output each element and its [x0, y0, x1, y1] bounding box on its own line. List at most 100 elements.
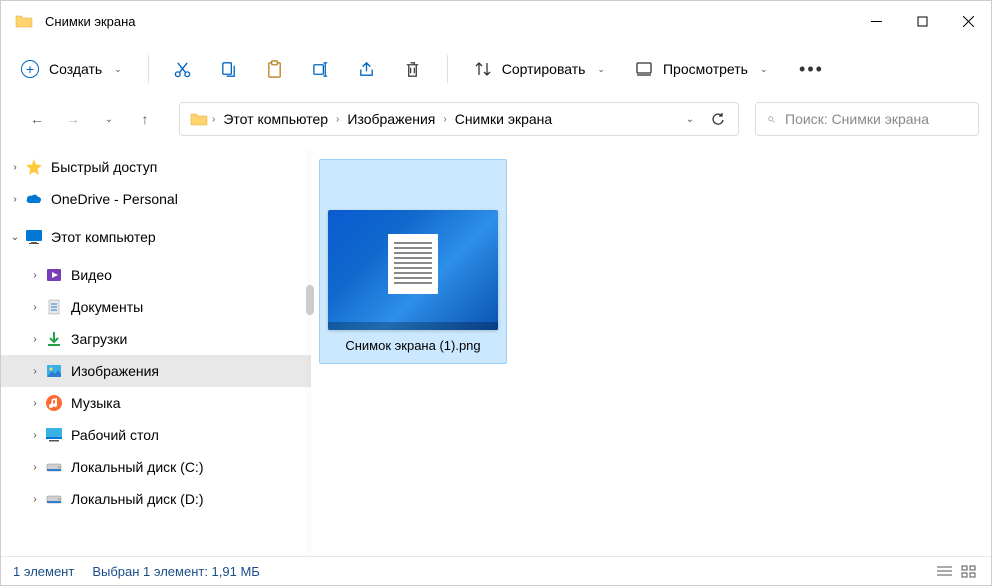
- monitor-icon: [25, 228, 43, 246]
- address-bar[interactable]: › Этот компьютер › Изображения › Снимки …: [179, 102, 739, 136]
- cut-button[interactable]: [163, 49, 203, 89]
- sort-button[interactable]: Сортировать ⌄: [462, 53, 617, 85]
- star-icon: [25, 158, 43, 176]
- create-label: Создать: [49, 61, 102, 77]
- delete-button[interactable]: [393, 49, 433, 89]
- sidebar-item-10[interactable]: › Локальный диск (D:): [1, 483, 311, 515]
- sidebar-item-1[interactable]: ›OneDrive - Personal: [1, 183, 311, 215]
- disk-icon: [45, 458, 63, 476]
- content: › Быстрый доступ ›OneDrive - Personal ⌄ Этот…: [1, 147, 991, 557]
- rename-button[interactable]: [301, 49, 341, 89]
- refresh-button[interactable]: [704, 112, 732, 127]
- expand-arrow-icon[interactable]: ›: [25, 462, 45, 473]
- chevron-down-icon: ⌄: [760, 64, 768, 75]
- sidebar-item-0[interactable]: › Быстрый доступ: [1, 151, 311, 183]
- sidebar-item-label: Музыка: [71, 395, 121, 411]
- separator: [447, 55, 448, 83]
- sidebar-item-8[interactable]: › Рабочий стол: [1, 419, 311, 451]
- thumbnails-view-button[interactable]: [957, 561, 979, 581]
- back-button[interactable]: ←: [23, 105, 51, 133]
- file-name: Снимок экрана (1).png: [345, 338, 480, 353]
- crumb-0[interactable]: Этот компьютер: [219, 111, 332, 127]
- expand-arrow-icon[interactable]: ›: [25, 430, 45, 441]
- search-input[interactable]: [785, 111, 966, 127]
- view-button[interactable]: Просмотреть ⌄: [623, 53, 780, 85]
- more-button[interactable]: •••: [791, 49, 831, 89]
- crumb-1[interactable]: Изображения: [343, 111, 439, 127]
- minimize-button[interactable]: [853, 1, 899, 41]
- view-label: Просмотреть: [663, 61, 748, 77]
- address-dropdown[interactable]: ⌄: [676, 114, 704, 125]
- create-button[interactable]: + Создать ⌄: [9, 53, 134, 85]
- sidebar-item-label: Локальный диск (D:): [71, 491, 204, 507]
- download-icon: [45, 330, 63, 348]
- sidebar-item-9[interactable]: › Локальный диск (C:): [1, 451, 311, 483]
- recent-dropdown[interactable]: ⌄: [95, 105, 123, 133]
- sidebar-item-label: Быстрый доступ: [51, 159, 157, 175]
- sort-label: Сортировать: [502, 61, 586, 77]
- sidebar-item-2[interactable]: ⌄ Этот компьютер: [1, 221, 311, 253]
- folder-icon: [190, 112, 208, 126]
- separator: [148, 55, 149, 83]
- forward-button[interactable]: →: [59, 105, 87, 133]
- sidebar-item-6[interactable]: › Изображения: [1, 355, 311, 387]
- sidebar-item-4[interactable]: › Документы: [1, 291, 311, 323]
- sidebar-item-label: Документы: [71, 299, 143, 315]
- search-icon: [768, 112, 775, 127]
- expand-arrow-icon[interactable]: ›: [5, 194, 25, 205]
- sidebar-item-label: Этот компьютер: [51, 229, 156, 245]
- doc-icon: [45, 298, 63, 316]
- onedrive-icon: [25, 190, 43, 208]
- sidebar-item-label: Изображения: [71, 363, 159, 379]
- status-item-count: 1 элемент: [13, 564, 74, 579]
- copy-button[interactable]: [209, 49, 249, 89]
- desktop-icon: [45, 426, 63, 444]
- sidebar-item-label: Рабочий стол: [71, 427, 159, 443]
- details-view-button[interactable]: [933, 561, 955, 581]
- expand-arrow-icon[interactable]: ›: [25, 398, 45, 409]
- search-box[interactable]: [755, 102, 979, 136]
- share-button[interactable]: [347, 49, 387, 89]
- sidebar[interactable]: › Быстрый доступ ›OneDrive - Personal ⌄ Этот…: [1, 147, 311, 556]
- chevron-down-icon: ⌄: [597, 64, 605, 75]
- expand-arrow-icon[interactable]: ›: [25, 494, 45, 505]
- chevron-down-icon: ⌄: [114, 64, 122, 75]
- navbar: ← → ⌄ ↑ › Этот компьютер › Изображения ›…: [1, 97, 991, 141]
- expand-arrow-icon[interactable]: ›: [25, 366, 45, 377]
- expand-arrow-icon[interactable]: ⌄: [5, 232, 25, 243]
- sidebar-item-label: Локальный диск (C:): [71, 459, 204, 475]
- crumb-sep: ›: [439, 114, 450, 125]
- crumb-2[interactable]: Снимки экрана: [451, 111, 556, 127]
- plus-icon: +: [21, 60, 39, 78]
- file-thumbnail: [328, 210, 498, 330]
- expand-arrow-icon[interactable]: ›: [25, 334, 45, 345]
- up-button[interactable]: ↑: [131, 105, 159, 133]
- main-view[interactable]: Снимок экрана (1).png: [311, 147, 991, 556]
- titlebar: Снимки экрана: [1, 1, 991, 41]
- paste-button[interactable]: [255, 49, 295, 89]
- crumb-sep: ›: [332, 114, 343, 125]
- sidebar-item-5[interactable]: › Загрузки: [1, 323, 311, 355]
- expand-arrow-icon[interactable]: ›: [25, 270, 45, 281]
- window-controls: [853, 1, 991, 41]
- resize-handle[interactable]: [304, 170, 310, 430]
- crumb-sep: ›: [208, 114, 219, 125]
- ellipsis-icon: •••: [799, 59, 824, 80]
- expand-arrow-icon[interactable]: ›: [5, 162, 25, 173]
- video-icon: [45, 266, 63, 284]
- statusbar: 1 элемент Выбран 1 элемент: 1,91 МБ: [1, 557, 991, 585]
- sort-icon: [474, 60, 492, 78]
- music-icon: [45, 394, 63, 412]
- close-button[interactable]: [945, 1, 991, 41]
- status-selection: Выбран 1 элемент: 1,91 МБ: [92, 564, 260, 579]
- expand-arrow-icon[interactable]: ›: [25, 302, 45, 313]
- sidebar-item-7[interactable]: › Музыка: [1, 387, 311, 419]
- view-icon: [635, 60, 653, 78]
- sidebar-item-label: Загрузки: [71, 331, 127, 347]
- file-item[interactable]: Снимок экрана (1).png: [319, 159, 507, 364]
- disk-icon: [45, 490, 63, 508]
- sidebar-item-3[interactable]: › Видео: [1, 259, 311, 291]
- toolbar: + Создать ⌄ Сортировать ⌄ Просмотреть ⌄ …: [1, 41, 991, 97]
- maximize-button[interactable]: [899, 1, 945, 41]
- sidebar-item-label: Видео: [71, 267, 112, 283]
